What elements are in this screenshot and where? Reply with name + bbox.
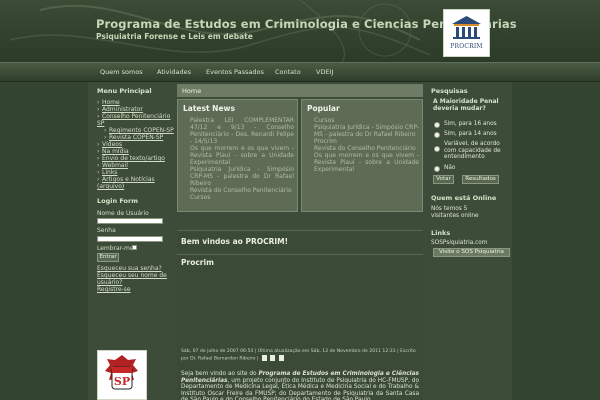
- menu-item-label: Regimento COPEN-SP: [109, 127, 174, 134]
- menu-item-label: Conselho Penitenciário SP: [97, 113, 171, 127]
- remember-me-label: Lembrar-me: [97, 245, 134, 252]
- main-content: Home Latest News Palestra LEI COMPLEMENT…: [177, 84, 423, 400]
- popular-item[interactable]: Psiquiatria Jurídica - Simpósio CRP-MS -…: [314, 124, 419, 138]
- register-link[interactable]: Registre-se: [97, 286, 131, 293]
- remember-me-checkbox[interactable]: [132, 245, 137, 250]
- links-title: Links: [431, 229, 451, 237]
- latest-news-item[interactable]: Cursos: [190, 194, 294, 201]
- menu-item-label: Home: [102, 99, 120, 106]
- popular-item[interactable]: Cursos: [314, 117, 419, 124]
- latest-news-item[interactable]: Psiquiatria Jurídica - Simpósio CRP-MS -…: [190, 166, 294, 187]
- menu-item-webmail[interactable]: › Webmail: [97, 162, 175, 169]
- popular-list: Cursos Psiquiatria Jurídica - Simpósio C…: [314, 117, 419, 173]
- popular-item[interactable]: Os que morrem e os que vivem - Revista P…: [314, 152, 419, 173]
- menu-item-na-midia[interactable]: › Na mídia: [97, 148, 175, 155]
- latest-news-box: Latest News Palestra LEI COMPLEMENTAR 47…: [177, 99, 298, 212]
- latest-news-item[interactable]: Revista do Conselho Penitenciário: [190, 187, 294, 194]
- header-decoration: [9, 0, 431, 62]
- main-menu-title: Menu Principal: [97, 87, 152, 95]
- menu-item-label: Envio de texto/artigo: [102, 155, 165, 162]
- breadcrumb-home[interactable]: Home: [182, 87, 201, 95]
- latest-news-title: Latest News: [183, 104, 235, 113]
- nav-quem-somos[interactable]: Quem somos: [100, 68, 143, 76]
- poll-option-label: Não: [444, 165, 456, 171]
- visit-sos-button[interactable]: Visite o SOS Psiquiatria: [433, 248, 510, 257]
- menu-item-label: Links: [102, 169, 118, 176]
- coat-of-arms-icon: SP: [105, 355, 138, 390]
- menu-item-envio[interactable]: › Envio de texto/artigo: [97, 155, 175, 162]
- nav-contato[interactable]: Contato: [275, 68, 301, 76]
- article-body: Seja bem vindo ao site do Programa de Es…: [181, 371, 419, 400]
- email-icon[interactable]: [278, 355, 284, 361]
- poll-option-radio[interactable]: [434, 122, 440, 128]
- popular-box: Popular Cursos Psiquiatria Jurídica - Si…: [301, 99, 423, 212]
- menu-item-label: Na mídia: [102, 148, 129, 155]
- article-body-intro: Seja bem vindo ao site do: [181, 371, 259, 377]
- main-navigation: Quem somos Atividades Eventos Passados C…: [0, 62, 600, 82]
- site-header: Programa de Estudos em Criminologia e Ci…: [0, 0, 600, 62]
- print-icon[interactable]: [270, 355, 276, 361]
- poll-option-label: Sim, para 16 anos: [444, 121, 497, 127]
- menu-item-home[interactable]: › Home: [97, 99, 175, 106]
- poll-option-label: Variável, de acordo com capacidade de en…: [444, 141, 501, 161]
- article-meta-text: Sáb, 07 de julho de 2007 06:54 | Última …: [181, 349, 416, 362]
- poll-title: Pesquisas: [431, 87, 468, 95]
- welcome-panel: Bem vindos ao PROCRIM!: [177, 230, 423, 252]
- nav-atividades[interactable]: Atividades: [157, 68, 191, 76]
- menu-item-label: Vídeos: [102, 141, 123, 148]
- procrim-logo[interactable]: PROCRIM: [443, 9, 490, 57]
- menu-item-conselho[interactable]: › Conselho Penitenciário SP: [97, 113, 175, 127]
- results-button[interactable]: Resultados: [462, 175, 499, 184]
- page: Programa de Estudos em Criminologia e Ci…: [0, 0, 600, 400]
- poll-option-label: Sim, para 14 anos: [444, 131, 497, 137]
- latest-news-list: Palestra LEI COMPLEMENTAR 47/12 e 9/13 -…: [190, 117, 294, 201]
- menu-item-label: Artigos e Notícias (arquivo): [97, 176, 155, 190]
- menu-item-label: Webmail: [102, 162, 128, 169]
- menu-item-artigos[interactable]: › Artigos e Notícias (arquivo): [97, 176, 175, 190]
- username-input[interactable]: [97, 218, 163, 224]
- latest-news-item[interactable]: Os que morrem e os que vivem - Revista P…: [190, 145, 294, 166]
- menu-item-label: Revista COPEN-SP: [109, 134, 164, 141]
- menu-item-videos[interactable]: › Vídeos: [97, 141, 175, 148]
- password-input[interactable]: [97, 236, 163, 242]
- popular-item[interactable]: Revista do Conselho Penitenciário: [314, 145, 419, 152]
- breadcrumb: Home: [177, 84, 423, 97]
- popular-title: Popular: [307, 104, 340, 113]
- article-meta: Sáb, 07 de julho de 2007 06:54 | Última …: [181, 349, 419, 363]
- menu-item-label: Administrator: [102, 106, 143, 113]
- online-title: Quem está Online: [431, 194, 497, 202]
- popular-item[interactable]: Procrim: [314, 138, 419, 145]
- welcome-title: Bem vindos ao PROCRIM!: [181, 237, 289, 246]
- forgot-password-link[interactable]: Esqueceu sua senha?: [97, 265, 162, 272]
- login-form-title: Login Form: [97, 197, 138, 205]
- username-label: Nome de Usuário: [97, 210, 149, 217]
- vote-button[interactable]: Votar: [433, 175, 454, 184]
- latest-news-item[interactable]: Palestra LEI COMPLEMENTAR 47/12 e 9/13 -…: [190, 117, 294, 145]
- forgot-username-link[interactable]: Esqueceu seu nome de usuário?: [97, 272, 175, 286]
- right-sidebar: Pesquisas A Maioridade Penal deveria mud…: [428, 84, 512, 400]
- site-subtitle: Psiquiatria Forense e Leis em debate: [96, 32, 253, 41]
- nav-vdeij[interactable]: VDEIJ: [316, 68, 333, 76]
- svg-text:SP: SP: [114, 375, 130, 388]
- article-title[interactable]: Procrim: [181, 258, 214, 267]
- main-menu: › Home › Administrator › Conselho Penitenci…: [97, 99, 175, 190]
- login-button[interactable]: Entrar: [97, 253, 119, 262]
- menu-item-regimento[interactable]: › Regimento COPEN-SP: [97, 127, 175, 134]
- menu-item-revista[interactable]: › Revista COPEN-SP: [97, 134, 175, 141]
- poll-option-radio[interactable]: [434, 166, 440, 172]
- links-site-name: SOSPsiquiatria.com: [431, 240, 488, 246]
- pdf-icon[interactable]: [261, 355, 267, 361]
- institution-building-icon: [452, 16, 481, 39]
- nav-eventos-passados[interactable]: Eventos Passados: [206, 68, 264, 76]
- online-count: Nós temos 5 visitantes online: [431, 206, 479, 219]
- poll-option-radio[interactable]: [434, 146, 440, 152]
- poll-option-radio[interactable]: [434, 132, 440, 138]
- menu-item-links[interactable]: › Links: [97, 169, 175, 176]
- menu-item-administrator[interactable]: › Administrator: [97, 106, 175, 113]
- sao-paulo-seal: SP: [97, 350, 147, 400]
- password-label: Senha: [97, 227, 116, 234]
- poll-question: A Maioridade Penal deveria mudar?: [433, 98, 499, 112]
- logo-text: PROCRIM: [450, 43, 483, 50]
